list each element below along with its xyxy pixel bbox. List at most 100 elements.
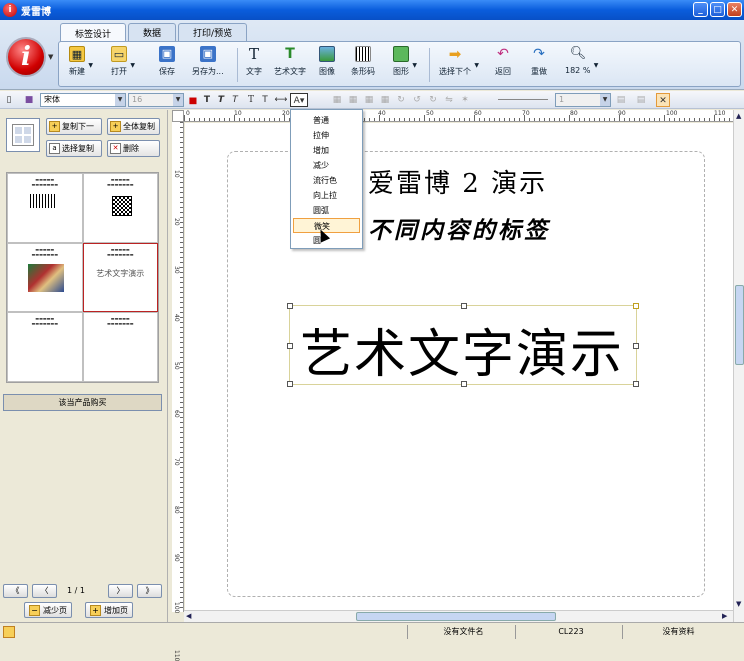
delete-button[interactable]: ✕ 删除 bbox=[107, 140, 160, 157]
resize-handle[interactable] bbox=[461, 303, 467, 309]
status-data: 没有资料 bbox=[622, 625, 730, 639]
chevron-down-icon[interactable]: ▼ bbox=[48, 53, 53, 61]
maximize-button[interactable]: □ bbox=[710, 2, 725, 17]
resize-handle[interactable] bbox=[287, 303, 293, 309]
tab-data[interactable]: 数据 bbox=[128, 23, 177, 41]
font-name-select[interactable]: 宋体 ▼ bbox=[40, 93, 126, 107]
first-page-button[interactable]: 《 bbox=[3, 584, 28, 598]
rotate-icon[interactable]: ↻ bbox=[394, 93, 408, 107]
outline-text-icon[interactable]: T bbox=[244, 93, 258, 107]
resize-handle[interactable] bbox=[461, 381, 467, 387]
save-as-button[interactable]: ▣ 另存为... bbox=[192, 46, 224, 77]
line-style-preview[interactable] bbox=[498, 99, 548, 100]
art-text-button[interactable]: T 艺术文字 bbox=[274, 46, 306, 77]
font-size-select[interactable]: 16 ▼ bbox=[128, 93, 184, 107]
format-toolbar: ▯ ■ 宋体 ▼ 16 ▼ ▅ T T T T T ⟷ A▾ ▦ ▦ ▦ ▦ ↻ ↺… bbox=[0, 91, 744, 109]
rotate-right-icon[interactable]: ↻ bbox=[426, 93, 440, 107]
add-page-button[interactable]: + 增加页 bbox=[85, 602, 133, 618]
layout-icon[interactable] bbox=[6, 118, 40, 152]
page-indicator: 1 / 1 bbox=[67, 586, 85, 595]
copy-all-button[interactable]: + 全体复制 bbox=[107, 118, 160, 135]
status-file: 没有文件名 bbox=[407, 625, 515, 639]
art-style-item[interactable]: 普通 bbox=[293, 113, 360, 128]
align-center-icon[interactable]: ▦ bbox=[346, 93, 360, 107]
art-style-item[interactable]: 拉伸 bbox=[293, 128, 360, 143]
vertical-scrollbar[interactable]: ▲ ▼ bbox=[733, 110, 744, 622]
new-button[interactable]: ▦ 新建 ▼ bbox=[69, 46, 93, 77]
app-icon[interactable]: i bbox=[3, 3, 17, 17]
horizontal-scrollbar[interactable]: ◀ ▶ bbox=[184, 610, 733, 622]
tab-label-design[interactable]: 标签设计 bbox=[60, 23, 127, 42]
select-copy-button[interactable]: a 选择复制 bbox=[46, 140, 102, 157]
text-line-2[interactable]: 不同内容的标签 bbox=[368, 211, 550, 245]
buy-button[interactable]: 该当产品购买 bbox=[3, 394, 162, 411]
reduce-page-button[interactable]: − 减少页 bbox=[24, 602, 72, 618]
thumbnail-blank-2[interactable]: ▬▬▬▬▬ ▬▬▬▬▬▬▬ bbox=[82, 312, 158, 382]
select-next-button[interactable]: ➡ 选择下个 ▼ bbox=[439, 46, 479, 77]
close-button[interactable]: ✕ bbox=[727, 2, 742, 17]
resize-handle[interactable] bbox=[287, 343, 293, 349]
art-text-object[interactable]: 艺术文字演示 bbox=[287, 303, 639, 387]
text-spacing-icon[interactable]: ⟷ bbox=[274, 93, 288, 107]
italic-icon[interactable]: T bbox=[228, 93, 242, 107]
app-menu-button[interactable]: i bbox=[6, 37, 46, 77]
last-page-button[interactable]: 》 bbox=[137, 584, 162, 598]
bold-icon[interactable]: T bbox=[200, 93, 214, 107]
border-icon[interactable]: ▤ bbox=[634, 93, 648, 107]
art-style-item[interactable]: 减少 bbox=[293, 158, 360, 173]
art-style-dropdown[interactable]: A▾ bbox=[290, 93, 308, 107]
thumbnail-barcode[interactable]: ▬▬▬▬▬ ▬▬▬▬▬▬▬ bbox=[7, 173, 83, 243]
copy-next-button[interactable]: + 复制下一 bbox=[46, 118, 102, 135]
thumbnail-blank-1[interactable]: ▬▬▬▬▬ ▬▬▬▬▬▬▬ bbox=[7, 312, 83, 382]
art-style-item[interactable]: 增加 bbox=[293, 143, 360, 158]
open-button[interactable]: ▭ 打开 ▼ bbox=[111, 46, 135, 77]
shape-button[interactable]: 图形 ▼ bbox=[393, 46, 417, 77]
vertical-scroll-thumb[interactable] bbox=[735, 285, 744, 365]
tab-print-preview[interactable]: 打印/预览 bbox=[178, 23, 248, 41]
text-button[interactable]: T 文字 bbox=[246, 46, 262, 77]
window-title: 爱雷博 bbox=[21, 6, 51, 18]
resize-handle[interactable] bbox=[633, 343, 639, 349]
align-right-icon[interactable]: ▦ bbox=[362, 93, 376, 107]
bold-italic-icon[interactable]: T bbox=[214, 93, 228, 107]
font-color-icon[interactable]: ▅ bbox=[186, 93, 200, 107]
effect-icon[interactable]: ✶ bbox=[458, 93, 472, 107]
minimize-button[interactable]: _ bbox=[693, 2, 708, 17]
undo-button[interactable]: ↶ 返回 bbox=[495, 46, 511, 77]
thumbnail-art-text[interactable]: ▬▬▬▬▬ ▬▬▬▬▬▬▬ 艺术文字演示 bbox=[82, 242, 158, 313]
copy-all-icon: + bbox=[110, 121, 121, 132]
art-text: 艺术文字演示 bbox=[300, 325, 625, 385]
thumbnail-image[interactable]: ▬▬▬▬▬ ▬▬▬▬▬▬▬ bbox=[7, 242, 83, 313]
rotate-left-icon[interactable]: ↺ bbox=[410, 93, 424, 107]
vertical-text-icon[interactable]: T bbox=[258, 93, 272, 107]
horizontal-scroll-thumb[interactable] bbox=[356, 612, 556, 621]
line-width-select[interactable]: 1 ▼ bbox=[555, 93, 611, 107]
ruler-tick-label: 70 bbox=[173, 458, 180, 466]
zoom-button[interactable]: 🔍︎ 182 % ▼ bbox=[565, 46, 598, 75]
lock-icon[interactable]: ■ bbox=[22, 93, 36, 107]
art-style-item[interactable]: 流行色 bbox=[293, 173, 360, 188]
align-left-icon[interactable]: ▦ bbox=[330, 93, 344, 107]
transparent-icon[interactable]: ✕ bbox=[656, 93, 670, 107]
resize-handle[interactable] bbox=[633, 303, 639, 309]
art-style-item[interactable]: 圆弧 bbox=[293, 203, 360, 218]
prev-page-button[interactable]: 〈 bbox=[32, 584, 57, 598]
flip-icon[interactable]: ⇋ bbox=[442, 93, 456, 107]
align-top-icon[interactable]: ▦ bbox=[378, 93, 392, 107]
shape-icon bbox=[393, 46, 409, 62]
barcode-button[interactable]: 条形码 bbox=[351, 46, 375, 77]
resize-handle[interactable] bbox=[287, 381, 293, 387]
text-line-1[interactable]: 爱雷博 2 演示 bbox=[368, 163, 547, 200]
next-page-button[interactable]: 〉 bbox=[108, 584, 133, 598]
copy-icon: + bbox=[49, 121, 60, 132]
page-icon[interactable]: ▯ bbox=[2, 93, 16, 107]
fill-icon[interactable]: ▤ bbox=[614, 93, 628, 107]
thumbnail-qrcode[interactable]: ▬▬▬▬▬ ▬▬▬▬▬▬▬ bbox=[82, 173, 158, 243]
image-button[interactable]: 图像 bbox=[319, 46, 335, 77]
design-canvas[interactable]: 爱雷博 2 演示 不同内容的标签 艺术文字演示 bbox=[185, 123, 733, 610]
art-style-item[interactable]: 向上拉 bbox=[293, 188, 360, 203]
resize-handle[interactable] bbox=[633, 381, 639, 387]
save-button[interactable]: ▣ 保存 bbox=[159, 46, 175, 77]
ruler-tick-label: 100 bbox=[666, 110, 678, 117]
redo-button[interactable]: ↷ 重做 bbox=[531, 46, 547, 77]
